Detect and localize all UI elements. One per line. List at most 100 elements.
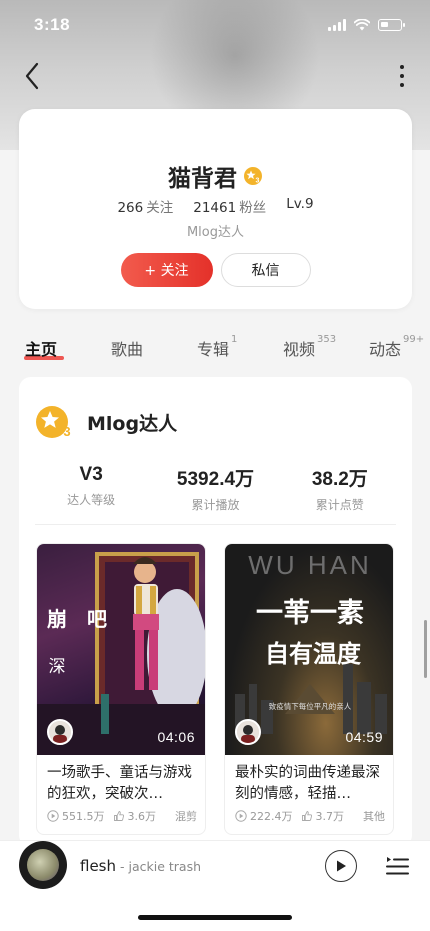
svg-text:一苇一素: 一苇一素 <box>256 598 364 629</box>
profile-name-row: 猫背君 3 <box>19 159 412 193</box>
svg-text:自有温度: 自有温度 <box>265 640 362 668</box>
tab-activity[interactable]: 动态99+ <box>369 334 425 360</box>
svg-text:3: 3 <box>256 178 260 185</box>
video-meta: 222.4万 3.7万 其他 <box>235 808 385 824</box>
video-tag: 混剪 <box>175 810 197 823</box>
stat-value: V3 <box>79 464 103 485</box>
video-title: 一场歌手、童话与游戏的狂欢，突破次… <box>47 765 192 802</box>
now-playing[interactable]: flesh - jackie trash <box>80 857 201 875</box>
wifi-icon <box>354 19 370 31</box>
mlog-badge-icon: 3 <box>36 406 71 439</box>
likes-stat: 3.6万 <box>113 808 157 824</box>
more-dot-icon <box>400 74 404 78</box>
album-disc[interactable] <box>19 841 67 889</box>
plays-stat: 551.5万 <box>47 808 105 824</box>
profile-stats: 266 关注 21461 粉丝 Lv.9 <box>19 196 412 216</box>
video-card[interactable]: WU HAN 一苇一素 自有温度 致疫情下每位平凡的亲人 04:59 最朴实的词 <box>224 543 394 835</box>
thumbs-up-icon <box>301 810 312 821</box>
svg-text:崩: 崩 <box>47 607 67 631</box>
divider <box>35 524 396 525</box>
tab-home[interactable]: 主页 <box>25 336 57 360</box>
tab-count: 99+ <box>403 334 425 345</box>
thumbs-up-icon <box>113 810 124 821</box>
play-circle-icon <box>47 810 59 822</box>
status-icons <box>328 19 405 31</box>
stat-label: 累计播放 <box>191 498 240 512</box>
scroll-indicator[interactable] <box>424 620 427 678</box>
tab-label: 专辑 <box>197 340 230 359</box>
song-artist: - jackie trash <box>120 859 201 874</box>
message-button[interactable]: 私信 <box>220 253 311 287</box>
status-bar: 3:18 <box>0 0 430 50</box>
battery-icon <box>378 19 405 31</box>
profile-action-buttons: + 关注 私信 <box>19 253 412 287</box>
tab-label: 视频 <box>283 340 316 359</box>
following-stat[interactable]: 266 关注 <box>117 196 173 216</box>
more-dot-icon <box>400 65 404 69</box>
tab-label: 主页 <box>25 340 58 359</box>
mlog-level-badge-icon: 3 <box>244 167 262 185</box>
fans-count: 21461 <box>193 200 237 216</box>
profile-title: Mlog达人 <box>186 225 245 240</box>
creator-avatar[interactable] <box>235 719 261 745</box>
avatar-icon <box>237 721 259 743</box>
playlist-icon[interactable] <box>384 853 410 879</box>
video-tag: 其他 <box>363 810 385 823</box>
stat-level: V3 达人等级 <box>36 464 146 513</box>
tab-songs[interactable]: 歌曲 <box>111 336 143 360</box>
profile-card: 猫背君 3 266 关注 21461 粉丝 Lv.9 Mlog达人 + 关注 私信 <box>19 109 412 309</box>
likes-stat: 3.7万 <box>301 808 345 824</box>
play-icon <box>337 860 346 872</box>
chevron-left-icon <box>25 62 39 90</box>
plays-stat: 222.4万 <box>235 808 293 824</box>
level-stat[interactable]: Lv.9 <box>286 196 313 216</box>
video-meta: 551.5万 3.6万 混剪 <box>47 808 197 824</box>
tab-label: 动态 <box>369 340 402 359</box>
plays-count: 551.5万 <box>62 810 105 823</box>
follow-button[interactable]: + 关注 <box>120 253 213 287</box>
mlog-section-header[interactable]: 3 Mlog达人 <box>35 405 177 439</box>
plays-count: 222.4万 <box>250 810 293 823</box>
stat-label: 累计点赞 <box>315 498 364 512</box>
creator-avatar[interactable] <box>47 719 73 745</box>
stat-value: 38.2万 <box>311 469 368 490</box>
stat-label: 达人等级 <box>67 493 116 507</box>
fans-stat[interactable]: 21461 粉丝 <box>193 196 266 216</box>
video-duration: 04:06 <box>157 729 195 745</box>
profile-name: 猫背君 <box>168 166 237 192</box>
video-card[interactable]: 崩 吧 深 04:06 一场歌手、童话与游戏的狂欢，突破次… 551.5万 3.… <box>36 543 206 835</box>
stat-value: 5392.4万 <box>176 469 255 490</box>
stat-plays: 5392.4万 累计播放 <box>160 464 270 513</box>
svg-text:3: 3 <box>63 424 70 439</box>
likes-count: 3.6万 <box>127 810 157 823</box>
tab-label: 歌曲 <box>111 340 144 359</box>
tab-videos[interactable]: 视频353 <box>283 334 337 360</box>
play-button[interactable] <box>325 850 357 882</box>
likes-count: 3.7万 <box>315 810 345 823</box>
following-count: 266 <box>117 200 144 216</box>
svg-text:致疫情下每位平凡的亲人: 致疫情下每位平凡的亲人 <box>269 701 352 711</box>
svg-text:WU HAN: WU HAN <box>248 550 371 580</box>
stat-likes: 38.2万 累计点赞 <box>285 464 395 513</box>
more-dot-icon <box>400 83 404 87</box>
mlog-section-card: 3 Mlog达人 V3 达人等级 5392.4万 累计播放 38.2万 累计点赞 <box>19 377 412 847</box>
mlog-stats: V3 达人等级 5392.4万 累计播放 38.2万 累计点赞 <box>19 464 412 513</box>
fans-label: 粉丝 <box>239 200 267 216</box>
following-label: 关注 <box>146 200 174 216</box>
video-duration: 04:59 <box>345 729 383 745</box>
song-title: flesh <box>80 857 116 875</box>
tab-count: 353 <box>317 334 337 345</box>
back-button[interactable] <box>14 58 50 94</box>
play-circle-icon <box>235 810 247 822</box>
tab-albums[interactable]: 专辑1 <box>197 334 238 360</box>
svg-text:吧: 吧 <box>87 607 107 631</box>
tab-count: 1 <box>231 334 238 345</box>
video-thumbnail: 崩 吧 深 04:06 <box>37 544 205 755</box>
mlog-section-title: Mlog达人 <box>87 412 178 435</box>
profile-tabs: 主页 歌曲 专辑1 视频353 动态99+ <box>0 334 430 366</box>
video-thumbnail: WU HAN 一苇一素 自有温度 致疫情下每位平凡的亲人 04:59 <box>225 544 393 755</box>
album-cover <box>27 849 59 881</box>
more-options-button[interactable] <box>392 58 412 94</box>
avatar-icon <box>49 721 71 743</box>
svg-text:深: 深 <box>49 657 66 677</box>
